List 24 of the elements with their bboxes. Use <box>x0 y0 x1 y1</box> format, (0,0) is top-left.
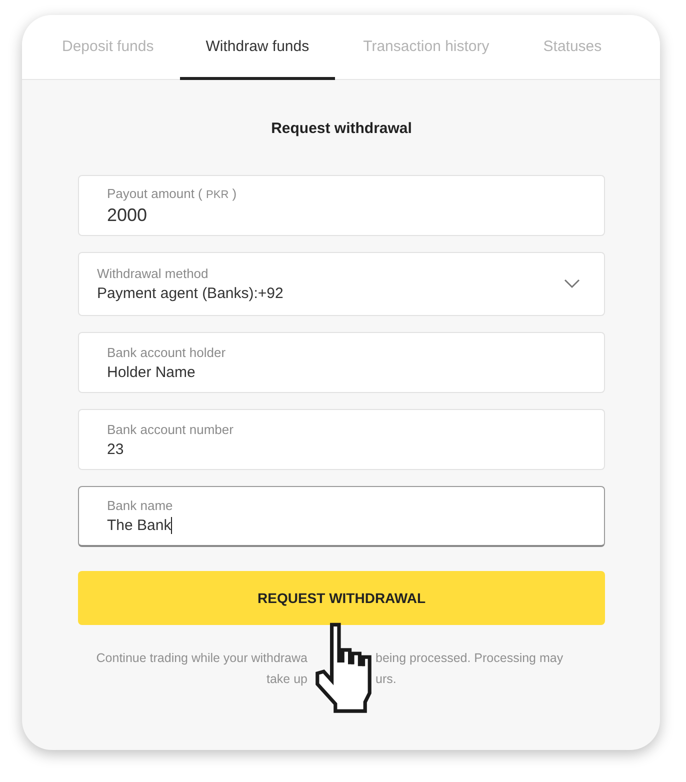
form-title: Request withdrawal <box>270 120 413 137</box>
field-label: Bank account number <box>107 422 234 436</box>
input-field[interactable]: Bank name The Bank <box>78 486 605 547</box>
note-text: urs. <box>376 672 398 686</box>
field-value: 2000 <box>107 204 148 226</box>
input-field[interactable]: Payout amount ( PKR ) 2000 <box>78 175 605 236</box>
field-value: The Bank <box>107 517 172 534</box>
note-text: being processed. Processing may <box>376 651 564 665</box>
field-value: 23 <box>107 440 124 458</box>
select-field[interactable]: Withdrawal method Payment agent (Banks):+92 <box>78 252 605 316</box>
input-field[interactable]: Bank account holder Holder Name <box>78 332 605 393</box>
field-label: Payout amount ( PKR ) <box>107 186 238 200</box>
field-value: Payment agent (Banks):+92 <box>97 285 284 302</box>
chevron-down-icon[interactable] <box>564 279 580 289</box>
request-withdrawal-button[interactable]: REQUEST WITHDRAWAL <box>78 571 605 625</box>
field-label: Bank account holder <box>107 344 227 360</box>
field-label: Bank name <box>107 498 174 513</box>
note-text: take up <box>265 672 308 686</box>
text-caret <box>171 517 172 534</box>
field-label: Withdrawal method <box>97 266 210 281</box>
tab[interactable]: Withdraw funds <box>180 15 336 80</box>
field-value: Holder Name <box>107 364 196 380</box>
note-text: Continue trading while your withdrawa <box>95 651 308 665</box>
input-field[interactable]: Bank account number 23 <box>78 409 605 470</box>
